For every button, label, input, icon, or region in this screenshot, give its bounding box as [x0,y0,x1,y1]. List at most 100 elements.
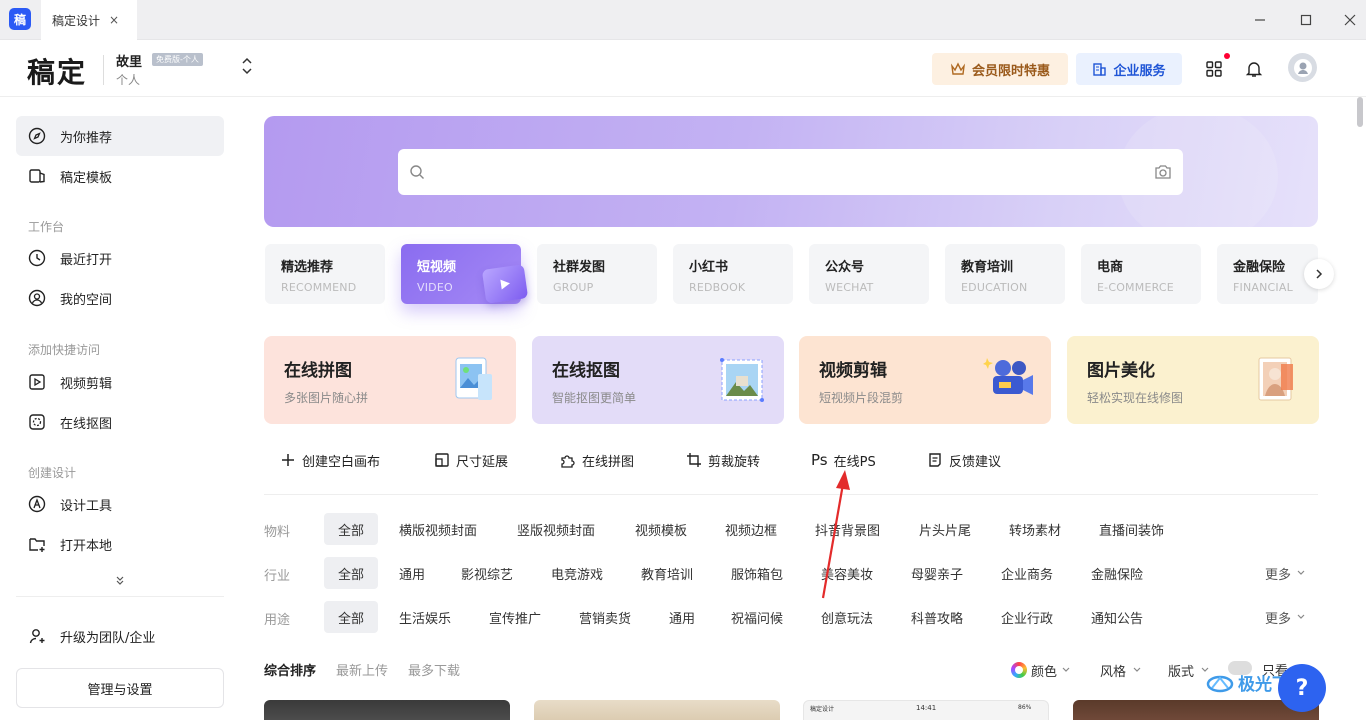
filter-material-item[interactable]: 片头片尾 [919,513,971,545]
template-icon [28,167,46,185]
tab-title: 稿定设计 [52,13,101,28]
sidebar-divider [16,596,224,597]
bell-icon[interactable] [1244,59,1264,79]
filter-material-item[interactable]: 横版视频封面 [399,513,477,545]
filter-usage-all[interactable]: 全部 [324,601,379,633]
feedback-button[interactable]: 反馈建议 [927,450,1001,470]
filter-industry-item[interactable]: 通用 [399,557,425,589]
template-thumbnail[interactable] [534,700,780,720]
sidebar-item-cutout[interactable]: 在线抠图 [16,402,224,442]
filter-industry-item[interactable]: 金融保险 [1091,557,1143,589]
manage-settings-button[interactable]: 管理与设置 [16,668,224,708]
card-online-collage[interactable]: 在线拼图 多张图片随心拼 [264,336,516,424]
brand-logo[interactable]: 稿定 [27,51,87,91]
create-blank-canvas-button[interactable]: 创建空白画布 [280,450,380,470]
category-education[interactable]: 教育培训 EDUCATION [945,244,1065,304]
avatar[interactable] [1288,53,1317,82]
style-filter-dropdown[interactable]: 风格 [1100,660,1142,680]
category-ecommerce[interactable]: 电商 E-COMMERCE [1081,244,1201,304]
filter-industry-item[interactable]: 影视综艺 [461,557,513,589]
sidebar-item-templates[interactable]: 稿定模板 [16,156,224,196]
header-divider [103,55,104,85]
filter-material-item[interactable]: 抖音背景图 [815,513,880,545]
category-next-button[interactable] [1304,259,1334,289]
crop-rotate-button[interactable]: 剪裁旋转 [686,450,760,470]
filter-material-item[interactable]: 视频模板 [635,513,687,545]
building-icon [1093,62,1107,76]
online-collage-button[interactable]: 在线拼图 [559,450,634,470]
close-window-button[interactable] [1342,12,1358,28]
sidebar-item-video-edit[interactable]: 视频剪辑 [16,362,224,402]
maximize-button[interactable] [1298,12,1314,28]
upgrade-team-button[interactable]: 升级为团队/企业 [16,616,224,656]
sidebar-item-recommend[interactable]: 为你推荐 [16,116,224,156]
layout-filter-dropdown[interactable]: 版式 [1168,660,1210,680]
search-box[interactable] [398,149,1183,195]
scrollbar-thumb[interactable] [1357,97,1363,127]
filter-usage-item[interactable]: 祝福问候 [731,601,783,633]
user-name[interactable]: 故里 [116,51,142,70]
sort-tab-newest[interactable]: 最新上传 [336,660,388,680]
filter-material-item[interactable]: 竖版视频封面 [517,513,595,545]
minimize-button[interactable] [1252,12,1268,28]
category-title: 社群发图 [553,260,606,275]
filter-industry-item[interactable]: 母婴亲子 [911,557,963,589]
filter-usage-item[interactable]: 科普攻略 [911,601,963,633]
filter-industry-item[interactable]: 教育培训 [641,557,693,589]
filter-material-item[interactable]: 视频边框 [725,513,777,545]
camera-icon[interactable] [1154,164,1172,184]
filter-usage-item[interactable]: 营销卖货 [579,601,631,633]
card-photo-beautify[interactable]: 图片美化 轻松实现在线修图 [1067,336,1319,424]
category-subtitle: GROUP [553,281,594,294]
filter-material-all[interactable]: 全部 [324,513,379,545]
apps-grid-icon[interactable] [1204,59,1224,79]
sidebar-item-design-tools[interactable]: 设计工具 [16,484,224,524]
tool-label: 剪裁旋转 [708,454,761,470]
vip-offer-button[interactable]: 会员限时特惠 [932,53,1068,85]
online-ps-button[interactable]: Ps 在线PS [811,450,876,470]
filter-industry-item[interactable]: 服饰箱包 [731,557,783,589]
category-recommend[interactable]: 精选推荐 RECOMMEND [265,244,385,304]
filter-industry-item[interactable]: 电竞游戏 [551,557,603,589]
sidebar-group-quick-access: 添加快捷访问 [28,343,101,357]
template-thumbnail[interactable]: 稿定设计 14:41 86% [803,700,1049,720]
search-input[interactable] [432,157,1132,187]
filter-industry-all[interactable]: 全部 [324,557,379,589]
browser-tab[interactable]: 稿定设计 × [41,0,137,40]
card-online-cutout[interactable]: 在线抠图 智能抠图更简单 [532,336,784,424]
sidebar-expand-icon[interactable] [114,574,126,589]
category-group[interactable]: 社群发图 GROUP [537,244,657,304]
sort-tab-overall[interactable]: 综合排序 [264,660,316,680]
sidebar-item-label: 在线抠图 [60,416,113,432]
category-financial[interactable]: 金融保险 FINANCIAL [1217,244,1318,304]
template-thumbnail[interactable] [1073,700,1319,720]
usage-more-button[interactable]: 更多 [1265,601,1306,633]
filter-material-item[interactable]: 转场素材 [1009,513,1061,545]
filter-usage-item[interactable]: 企业行政 [1001,601,1053,633]
help-button[interactable]: ? [1278,664,1326,712]
category-wechat[interactable]: 公众号 WECHAT [809,244,929,304]
enterprise-button[interactable]: 企业服务 [1076,53,1182,85]
sidebar-item-recent[interactable]: 最近打开 [16,238,224,278]
filter-industry-item[interactable]: 美容美妆 [821,557,873,589]
sidebar-item-my-space[interactable]: 我的空间 [16,278,224,318]
user-plus-icon [28,627,46,645]
template-thumbnail[interactable] [264,700,510,720]
sort-tab-most-downloads[interactable]: 最多下载 [408,660,460,680]
filter-industry-item[interactable]: 企业商务 [1001,557,1053,589]
resize-extend-button[interactable]: 尺寸延展 [434,450,508,470]
sidebar-item-open-local[interactable]: 打开本地 [16,524,224,564]
filter-usage-item[interactable]: 创意玩法 [821,601,873,633]
filter-usage-item[interactable]: 通用 [669,601,695,633]
industry-more-button[interactable]: 更多 [1265,557,1306,589]
account-switch-icon[interactable] [240,56,254,77]
filter-material-item[interactable]: 直播间装饰 [1099,513,1164,545]
color-filter-dropdown[interactable]: 颜色 [1011,660,1071,680]
card-video-edit[interactable]: 视频剪辑 短视频片段混剪 [799,336,1051,424]
filter-usage-item[interactable]: 通知公告 [1091,601,1143,633]
crown-icon [950,62,966,75]
filter-usage-item[interactable]: 宣传推广 [489,601,541,633]
category-redbook[interactable]: 小红书 REDBOOK [673,244,793,304]
tab-close-icon[interactable]: × [109,13,119,27]
filter-usage-item[interactable]: 生活娱乐 [399,601,451,633]
